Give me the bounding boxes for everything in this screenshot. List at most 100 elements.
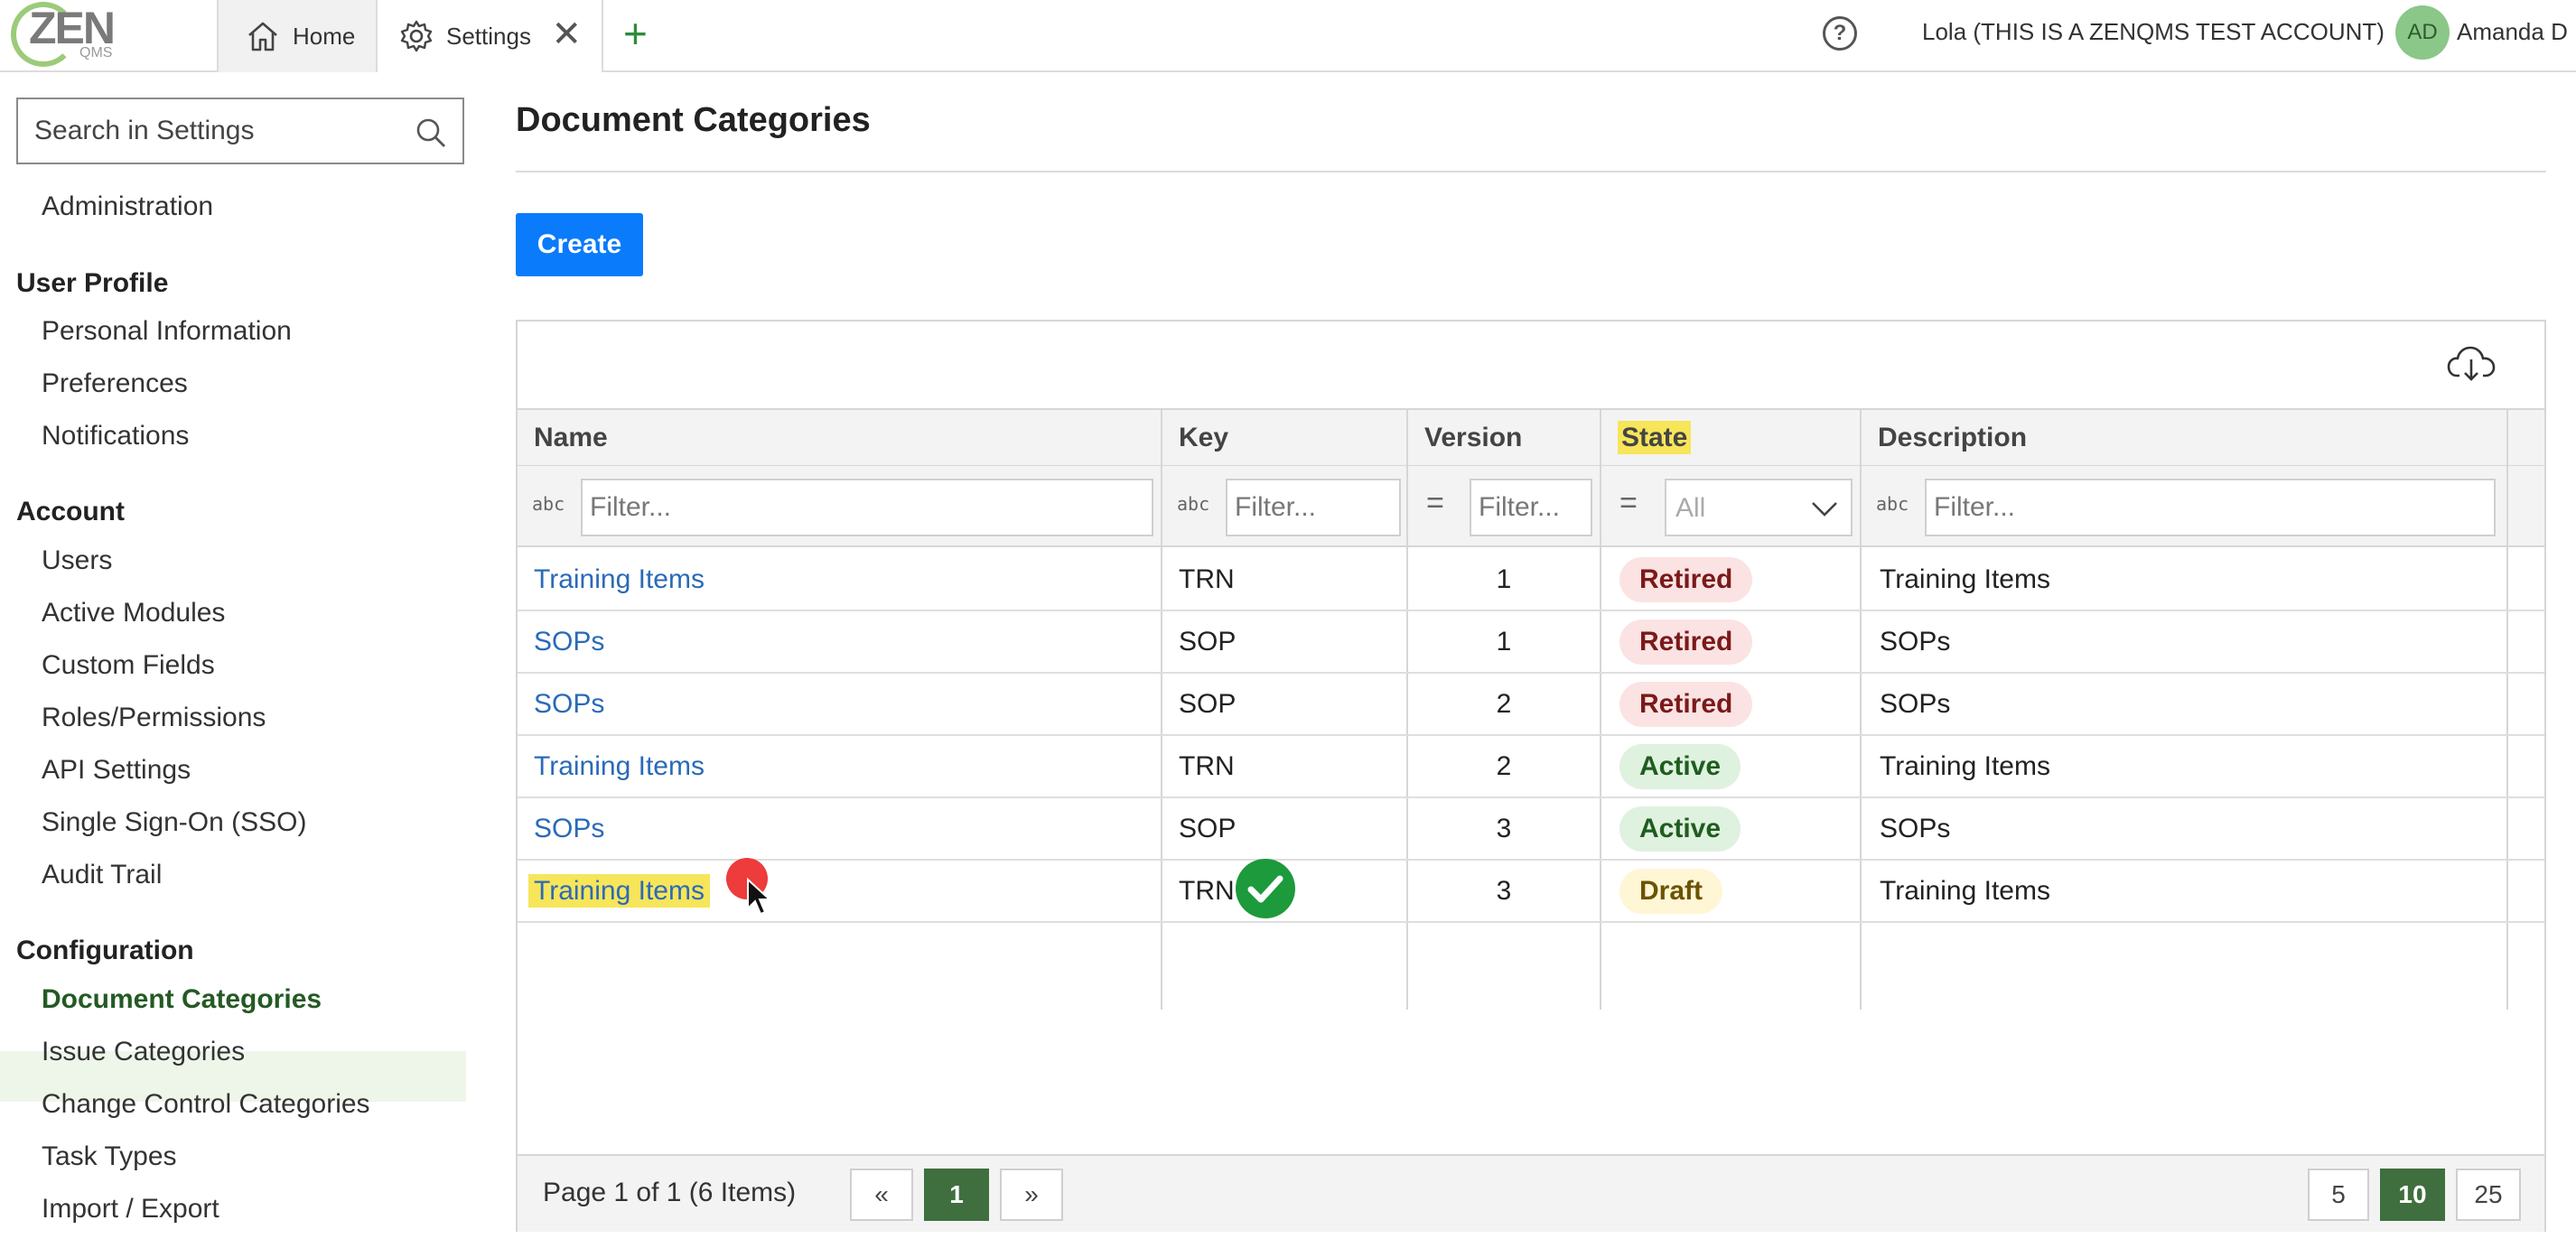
category-key: SOP: [1179, 814, 1237, 843]
category-description: SOPs: [1880, 689, 1951, 719]
sidebar-item-document-categories[interactable]: Document Categories: [42, 984, 322, 1015]
state-filter-value: All: [1675, 493, 1706, 523]
category-description: Training Items: [1880, 564, 2050, 594]
tab-settings[interactable]: Settings ✕: [376, 0, 603, 72]
help-icon[interactable]: ?: [1823, 16, 1857, 51]
account-label[interactable]: Lola (THIS IS A ZENQMS TEST ACCOUNT): [1922, 18, 2385, 46]
settings-sidebar: Administration User Profile Personal Inf…: [0, 74, 466, 1248]
equals-filter-icon[interactable]: =: [1426, 486, 1444, 521]
create-button[interactable]: Create: [516, 213, 643, 276]
category-name-link[interactable]: Training Items: [528, 874, 710, 908]
top-bar: ZEN QMS Home Settings ✕ + ? Lola (THIS I…: [0, 0, 2576, 72]
category-version: 2: [1496, 689, 1512, 719]
table-row[interactable]: Training Items TRN 2 Active Training Ite…: [518, 736, 2544, 798]
chevron-down-icon: [1812, 502, 1837, 517]
version-filter-input[interactable]: [1470, 479, 1592, 536]
category-key: SOP: [1179, 689, 1237, 719]
sidebar-group-configuration: Configuration: [16, 936, 194, 965]
table-row[interactable]: Training Items TRN 3 Draft Training Item…: [518, 861, 2544, 923]
sidebar-item-change-control-categories[interactable]: Change Control Categories: [42, 1089, 370, 1120]
text-filter-icon[interactable]: abc: [1177, 493, 1209, 515]
avatar[interactable]: AD: [2395, 5, 2450, 60]
table-row[interactable]: SOPs SOP 3 Active SOPs: [518, 798, 2544, 861]
category-key: SOP: [1179, 627, 1237, 657]
pager-info: Page 1 of 1 (6 Items): [543, 1178, 797, 1207]
user-name[interactable]: Amanda D: [2457, 18, 2568, 46]
category-name-link[interactable]: SOPs: [534, 689, 604, 719]
text-filter-icon[interactable]: abc: [1876, 493, 1909, 515]
tab-home-label: Home: [293, 22, 356, 50]
sidebar-item-api-settings[interactable]: API Settings: [42, 755, 191, 786]
category-name-link[interactable]: Training Items: [534, 564, 705, 594]
category-version: 2: [1496, 751, 1512, 781]
cloud-download-icon[interactable]: [2447, 345, 2496, 385]
page-size-10-button[interactable]: 10: [2380, 1169, 2445, 1221]
status-badge: Active: [1619, 806, 1741, 852]
add-tab-icon[interactable]: +: [623, 13, 648, 54]
column-header-description[interactable]: Description: [1862, 410, 2506, 466]
table-row[interactable]: SOPs SOP 1 Retired SOPs: [518, 611, 2544, 674]
sidebar-item-issue-categories[interactable]: Issue Categories: [42, 1037, 245, 1067]
pager-page-button[interactable]: 1: [924, 1169, 989, 1221]
category-key: TRN: [1179, 876, 1235, 906]
logo-subtext: QMS: [79, 45, 113, 61]
category-version: 3: [1496, 814, 1512, 843]
success-check-icon: [1236, 859, 1295, 918]
page-size-25-button[interactable]: 25: [2456, 1169, 2521, 1221]
pager-next-button[interactable]: »: [1000, 1169, 1063, 1221]
state-filter-select[interactable]: All: [1665, 479, 1853, 536]
close-tab-icon[interactable]: ✕: [551, 16, 582, 52]
zenqms-logo[interactable]: ZEN QMS: [9, 0, 117, 70]
sidebar-item-active-modules[interactable]: Active Modules: [42, 598, 225, 629]
category-version: 1: [1496, 627, 1512, 657]
settings-search-input[interactable]: [18, 99, 397, 163]
category-key: TRN: [1179, 564, 1235, 594]
category-version: 3: [1496, 876, 1512, 906]
column-header-state[interactable]: State: [1601, 410, 1862, 466]
sidebar-group-user-profile: User Profile: [16, 268, 169, 298]
description-filter-input[interactable]: [1925, 479, 2496, 536]
category-name-link[interactable]: SOPs: [534, 627, 604, 657]
sidebar-item-custom-fields[interactable]: Custom Fields: [42, 650, 215, 681]
category-description: Training Items: [1880, 876, 2050, 906]
table-row[interactable]: Training Items TRN 1 Retired Training It…: [518, 549, 2544, 611]
document-categories-grid: Name Key Version State Description abc a…: [516, 320, 2546, 1232]
column-header-key[interactable]: Key: [1162, 410, 1408, 466]
category-name-link[interactable]: SOPs: [534, 814, 604, 843]
equals-filter-icon[interactable]: =: [1619, 486, 1638, 521]
text-filter-icon[interactable]: abc: [532, 493, 565, 515]
sidebar-item-personal-information[interactable]: Personal Information: [42, 316, 292, 347]
page-size-5-button[interactable]: 5: [2308, 1169, 2369, 1221]
category-key: TRN: [1179, 751, 1235, 781]
state-header-label: State: [1618, 421, 1692, 454]
page-title: Document Categories: [516, 101, 871, 139]
sidebar-group-account: Account: [16, 497, 125, 526]
sidebar-item-preferences[interactable]: Preferences: [42, 368, 188, 399]
sidebar-item-audit-trail[interactable]: Audit Trail: [42, 860, 162, 890]
category-name-link[interactable]: Training Items: [534, 751, 705, 781]
search-icon[interactable]: [414, 116, 448, 150]
sidebar-item-task-types[interactable]: Task Types: [42, 1141, 177, 1172]
pager-prev-button[interactable]: «: [850, 1169, 913, 1221]
key-filter-input[interactable]: [1226, 479, 1401, 536]
sidebar-item-roles-permissions[interactable]: Roles/Permissions: [42, 703, 266, 733]
tab-home[interactable]: Home: [217, 0, 376, 72]
tab-settings-label: Settings: [446, 22, 531, 50]
sidebar-item-sso[interactable]: Single Sign-On (SSO): [42, 807, 306, 838]
mouse-pointer-icon: [747, 878, 771, 916]
sidebar-item-administration[interactable]: Administration: [42, 191, 213, 222]
sidebar-item-users[interactable]: Users: [42, 545, 112, 576]
home-icon: [248, 22, 277, 51]
category-description: SOPs: [1880, 627, 1951, 657]
status-badge: Active: [1619, 744, 1741, 789]
status-badge: Draft: [1619, 869, 1723, 914]
status-badge: Retired: [1619, 557, 1753, 602]
settings-search-box: [16, 98, 464, 164]
name-filter-input[interactable]: [581, 479, 1153, 536]
title-divider: [516, 171, 2546, 172]
sidebar-item-import-export[interactable]: Import / Export: [42, 1194, 219, 1225]
sidebar-item-notifications[interactable]: Notifications: [42, 421, 189, 452]
table-row[interactable]: SOPs SOP 2 Retired SOPs: [518, 674, 2544, 736]
column-header-name[interactable]: Name: [518, 410, 1162, 466]
column-header-version[interactable]: Version: [1408, 410, 1601, 466]
